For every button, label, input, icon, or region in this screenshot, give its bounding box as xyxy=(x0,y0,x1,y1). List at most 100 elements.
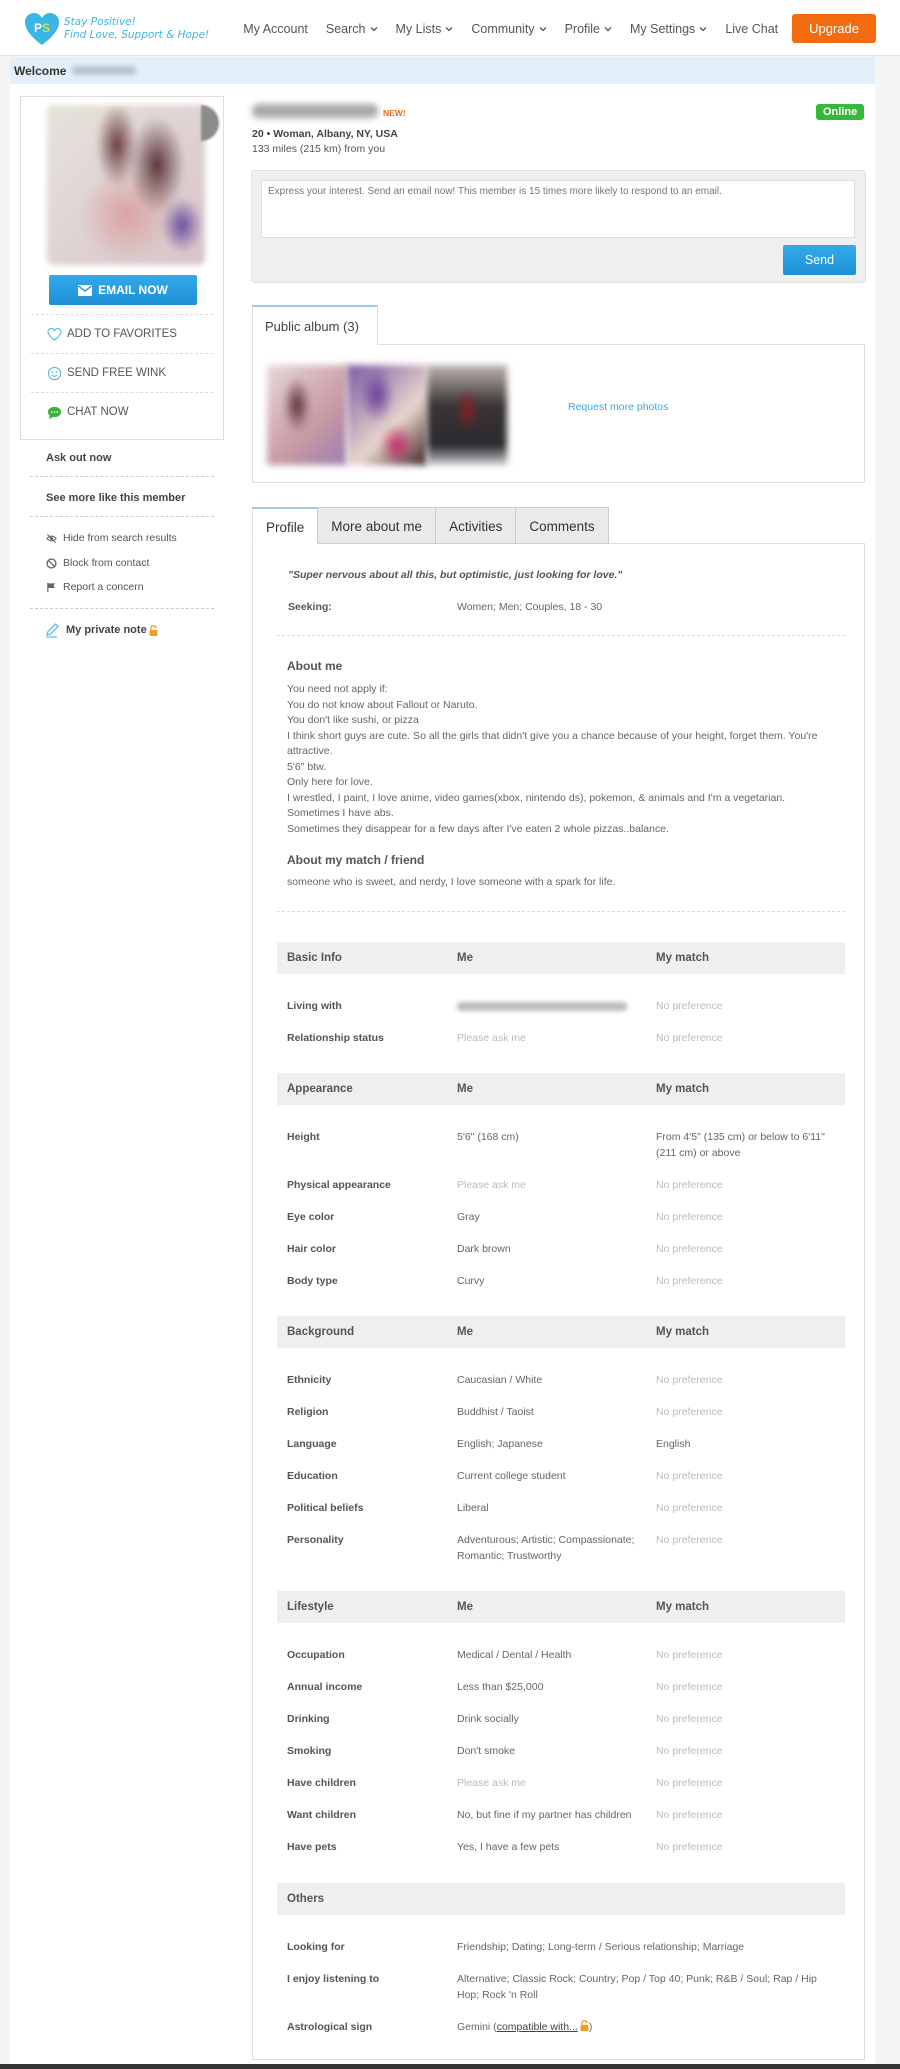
welcome-label: Welcome xyxy=(14,63,67,78)
nav-label: My Account xyxy=(243,21,308,36)
row-me-value: Don't smoke xyxy=(457,1745,516,1757)
col-me-header: Me xyxy=(457,1326,473,1338)
private-note-label: My private note xyxy=(66,624,147,636)
nav-my-account[interactable]: My Account xyxy=(243,22,308,36)
row-value: Alternative; Classic Rock; Country; Pop … xyxy=(457,1973,817,2001)
chevron-down-icon xyxy=(445,26,453,31)
welcome-bar: Welcome xyxy=(10,57,875,84)
row-me-value: English; Japanese xyxy=(457,1438,543,1450)
send-email-button[interactable]: Send xyxy=(783,245,856,275)
row-me-value: Buddhist / Taoist xyxy=(457,1406,534,1418)
smiley-icon xyxy=(47,366,62,380)
pencil-icon xyxy=(46,623,59,638)
logo-tagline: Stay Positive! Find Love, Support & Hope… xyxy=(64,16,209,42)
hide-label: Hide from search results xyxy=(63,532,177,544)
report-label: Report a concern xyxy=(63,581,144,593)
about-line: Sometimes I have abs. xyxy=(287,807,394,819)
chat-now-button[interactable]: CHAT NOW xyxy=(31,392,213,431)
chevron-down-icon xyxy=(699,26,707,31)
ask-out-now-link[interactable]: Ask out now xyxy=(30,452,214,464)
member-avatar[interactable] xyxy=(47,105,205,265)
divider xyxy=(277,911,845,912)
about-line: I think short guys are cute. So all the … xyxy=(287,729,818,758)
album-photo-1[interactable] xyxy=(267,365,347,465)
public-album-panel: Request more photos xyxy=(252,344,865,483)
row-match-value: No preference xyxy=(656,1000,723,1012)
row-me-value: Curvy xyxy=(457,1275,485,1287)
divider xyxy=(30,608,214,609)
private-note-link[interactable]: My private note xyxy=(44,622,158,638)
email-now-button[interactable]: EMAIL NOW xyxy=(49,275,197,305)
member-name-blurred xyxy=(252,104,378,118)
row-match-value: No preference xyxy=(656,1745,723,1757)
nav-my-settings[interactable]: My Settings xyxy=(630,22,707,36)
nav-search[interactable]: Search xyxy=(326,22,378,36)
row-me-value: Caucasian / White xyxy=(457,1374,543,1386)
tab-activities[interactable]: Activities xyxy=(436,507,517,544)
email-message-input[interactable] xyxy=(261,180,855,238)
row-me-value: Current college student xyxy=(457,1470,566,1482)
nav-profile[interactable]: Profile xyxy=(565,22,612,36)
chat-now-label: CHAT NOW xyxy=(67,406,129,418)
about-line: Sometimes they disappear for a few days … xyxy=(287,822,669,835)
tab-comments[interactable]: Comments xyxy=(516,507,609,544)
nav-community[interactable]: Community xyxy=(471,22,547,36)
block-label: Block from contact xyxy=(63,557,150,569)
tab-more-about-me[interactable]: More about me xyxy=(318,507,437,544)
row-match-value: No preference xyxy=(656,1406,723,1418)
upgrade-button[interactable]: Upgrade xyxy=(792,14,876,43)
row-match-value: No preference xyxy=(656,1534,723,1546)
row-match-value: No preference xyxy=(656,1502,723,1514)
site-logo[interactable]: PS Stay Positive! Find Love, Support & H… xyxy=(24,12,209,46)
divider xyxy=(30,476,214,477)
heart-outline-icon xyxy=(47,327,62,341)
row-match-value: No preference xyxy=(656,1243,723,1255)
row-label: Occupation xyxy=(287,1649,345,1661)
appearance-header: Appearance Me My match xyxy=(277,1073,845,1105)
tab-profile[interactable]: Profile xyxy=(252,507,319,544)
lock-icon xyxy=(580,2020,589,2031)
request-more-photos-link[interactable]: Request more photos xyxy=(568,401,668,413)
row-value: Gemini (compatible with...) xyxy=(457,2020,837,2036)
online-status-badge: Online xyxy=(816,104,865,120)
row-me-value: Medical / Dental / Health xyxy=(457,1649,572,1661)
about-me-heading: About me xyxy=(287,659,343,673)
nav-my-lists[interactable]: My Lists xyxy=(396,22,454,36)
row-me-value: Drink socially xyxy=(457,1713,519,1725)
row-label: Looking for xyxy=(287,1941,345,1953)
see-more-like-member-link[interactable]: See more like this member xyxy=(30,492,214,504)
row-match-value: No preference xyxy=(656,1713,723,1725)
quick-email-panel: Send xyxy=(251,170,866,283)
top-navigation-bar: PS Stay Positive! Find Love, Support & H… xyxy=(0,0,900,56)
row-me-value: Please ask me xyxy=(457,1179,526,1191)
block-from-contact-link[interactable]: Block from contact xyxy=(46,557,149,569)
album-photo-2[interactable] xyxy=(347,365,427,465)
row-match-value: No preference xyxy=(656,1777,723,1789)
row-label: Height xyxy=(287,1131,320,1143)
profile-tabs: Profile More about me Activities Comment… xyxy=(252,507,609,544)
report-concern-link[interactable]: Report a concern xyxy=(46,581,144,593)
blurred-value xyxy=(457,1002,627,1011)
heart-logo-icon: PS xyxy=(24,12,60,46)
envelope-icon xyxy=(78,284,93,296)
row-match-value: No preference xyxy=(656,1649,723,1661)
col-match-header: My match xyxy=(656,1326,710,1338)
compatible-with-link[interactable]: compatible with... xyxy=(497,2021,578,2033)
send-free-wink-button[interactable]: SEND FREE WINK xyxy=(31,353,213,392)
row-label: Have pets xyxy=(287,1841,337,1853)
nav-label: My Settings xyxy=(630,21,696,36)
nav-live-chat[interactable]: Live Chat xyxy=(725,22,778,36)
hide-from-search-link[interactable]: Hide from search results xyxy=(46,532,177,544)
about-me-text: You need not apply if: You do not know a… xyxy=(287,682,842,837)
add-to-favorites-button[interactable]: ADD TO FAVORITES xyxy=(31,314,213,353)
row-match-value: No preference xyxy=(656,1032,723,1044)
flag-icon xyxy=(47,582,56,592)
nav-label: Search xyxy=(325,21,366,36)
public-album-tab[interactable]: Public album (3) xyxy=(252,305,378,345)
row-label: Living with xyxy=(287,1000,342,1012)
col-me-header: Me xyxy=(457,952,473,964)
chat-bubble-icon xyxy=(47,406,62,419)
about-line: You don't like sushi, or pizza xyxy=(287,714,419,726)
album-photo-3[interactable] xyxy=(427,365,507,465)
email-now-label: EMAIL NOW xyxy=(98,283,168,297)
